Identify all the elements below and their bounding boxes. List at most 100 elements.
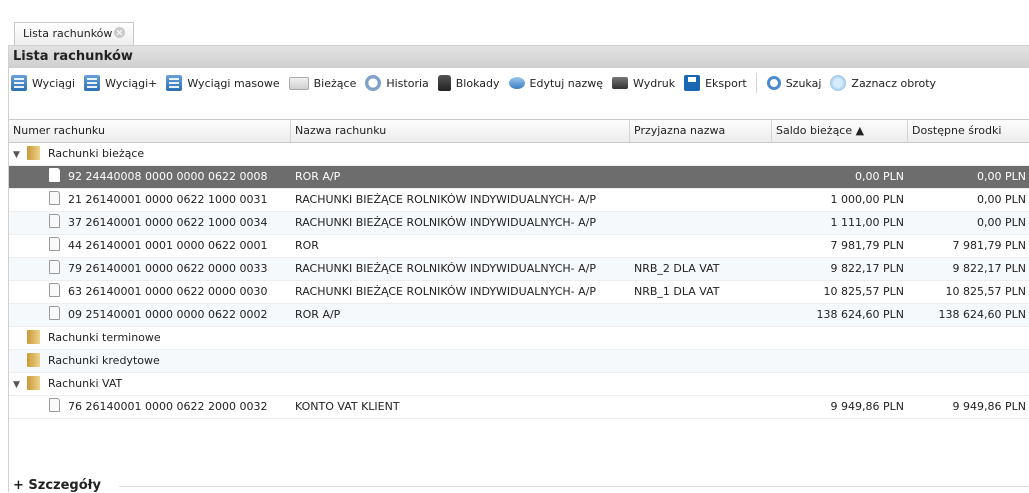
friendly-name (630, 235, 772, 257)
bulk-statement-icon (166, 75, 183, 91)
print-label: Wydruk (633, 76, 676, 90)
export-button[interactable]: Eksport (684, 75, 747, 91)
history-button[interactable]: Historia (365, 75, 429, 91)
friendly-name: NRB_1 DLA VAT (634, 285, 720, 298)
account-name: RACHUNKI BIEŻĄCE ROLNIKÓW INDYWIDUALNYCH… (295, 193, 596, 206)
account-name: ROR (295, 239, 319, 252)
speech-bubble-icon (508, 77, 525, 89)
available-funds: 10 825,57 PLN (945, 285, 1026, 298)
friendly-name (630, 304, 772, 326)
select-turnover-label: Zaznacz obroty (851, 76, 937, 90)
table-row[interactable]: 09 25140001 0000 0000 0622 0002 ROR A/P … (9, 304, 1029, 327)
account-number: 37 26140001 0000 0622 1000 0034 (68, 216, 268, 229)
account-name: RACHUNKI BIEŻĄCE ROLNIKÓW INDYWIDUALNYCH… (295, 262, 596, 275)
search-button[interactable]: Szukaj (766, 76, 822, 90)
available-funds: 9 822,17 PLN (952, 262, 1026, 275)
history-icon (365, 75, 382, 91)
column-header-name[interactable]: Nazwa rachunku (291, 120, 630, 142)
account-name: ROR A/P (295, 308, 341, 321)
expand-arrow-icon[interactable]: ▼ (13, 144, 23, 165)
statement-icon (11, 75, 27, 91)
table-row[interactable]: 21 26140001 0000 0622 1000 0031 RACHUNKI… (9, 189, 1029, 212)
statements-plus-button[interactable]: Wyciągi+ (84, 75, 157, 91)
available-funds: 138 624,60 PLN (938, 308, 1026, 321)
column-header-number[interactable]: Numer rachunku (9, 120, 291, 142)
tab-strip: Lista rachunków (0, 0, 1029, 45)
toolbar: Wyciągi Wyciągi+ Wyciągi masowe Bieżące … (9, 68, 1029, 98)
available-funds: 9 949,86 PLN (952, 400, 1026, 413)
document-icon (49, 283, 60, 297)
current-balance: 1 000,00 PLN (830, 193, 904, 206)
tab-lista-rachunkow[interactable]: Lista rachunków (14, 22, 135, 45)
group-row-vat[interactable]: ▼ Rachunki VAT (9, 373, 1029, 396)
grid-header: Numer rachunku Nazwa rachunku Przyjazna … (9, 119, 1029, 143)
table-row[interactable]: 44 26140001 0001 0000 0622 0001 ROR 7 98… (9, 235, 1029, 258)
printer-icon (612, 77, 629, 89)
account-number: 79 26140001 0000 0622 0000 0033 (68, 262, 268, 275)
blocks-button[interactable]: Blokady (437, 75, 500, 91)
column-header-available[interactable]: Dostępne środki (908, 120, 1029, 142)
current-balance: 10 825,57 PLN (823, 285, 904, 298)
available-funds: 0,00 PLN (977, 193, 1026, 206)
blocks-label: Blokady (455, 76, 500, 90)
account-number: 76 26140001 0000 0622 2000 0032 (68, 400, 268, 413)
document-icon (49, 191, 60, 205)
current-balance: 138 624,60 PLN (816, 308, 904, 321)
export-label: Eksport (705, 76, 747, 90)
available-funds: 7 981,79 PLN (952, 239, 1026, 252)
account-number: 44 26140001 0001 0000 0622 0001 (68, 239, 268, 252)
lock-icon (437, 75, 451, 91)
statements-plus-label: Wyciągi+ (105, 76, 158, 90)
close-icon[interactable] (114, 27, 126, 38)
account-name: RACHUNKI BIEŻĄCE ROLNIKÓW INDYWIDUALNYCH… (295, 285, 596, 298)
column-header-friendly[interactable]: Przyjazna nazwa (630, 120, 772, 142)
document-icon (49, 237, 60, 251)
group-label: Rachunki terminowe (48, 331, 161, 344)
table-row[interactable]: 79 26140001 0000 0622 0000 0033 RACHUNKI… (9, 258, 1029, 281)
table-row[interactable]: 37 26140001 0000 0622 1000 0034 RACHUNKI… (9, 212, 1029, 235)
statements-button[interactable]: Wyciągi (11, 75, 75, 91)
group-row-credit[interactable]: Rachunki kredytowe (9, 350, 1029, 373)
group-label: Rachunki VAT (48, 377, 123, 390)
panel-title: Lista rachunków (9, 46, 1029, 68)
friendly-name (630, 166, 772, 188)
account-number: 92 24440008 0000 0000 0622 0008 (68, 170, 268, 183)
history-label: Historia (386, 76, 429, 90)
folder-icon (27, 353, 40, 367)
group-label: Rachunki kredytowe (48, 354, 160, 367)
current-label: Bieżące (313, 76, 357, 90)
folder-icon (27, 146, 40, 160)
search-label: Szukaj (785, 76, 822, 90)
folder-icon (27, 376, 40, 390)
group-label: Rachunki bieżące (48, 147, 145, 160)
table-row[interactable]: 76 26140001 0000 0622 2000 0032 KONTO VA… (9, 396, 1029, 419)
group-row-term[interactable]: Rachunki terminowe (9, 327, 1029, 350)
current-balance: 9 949,86 PLN (830, 400, 904, 413)
current-balance: 7 981,79 PLN (830, 239, 904, 252)
search-icon (766, 76, 781, 90)
account-name: KONTO VAT KLIENT (295, 400, 400, 413)
column-header-balance[interactable]: Saldo bieżące ▲ (772, 120, 908, 142)
current-button[interactable]: Bieżące (288, 76, 357, 90)
group-row-current[interactable]: ▼ Rachunki bieżące (9, 143, 1029, 166)
toolbar-separator (755, 73, 757, 93)
available-funds: 0,00 PLN (977, 170, 1026, 183)
expand-arrow-icon[interactable]: ▼ (13, 374, 23, 395)
table-row[interactable]: 63 26140001 0000 0622 0000 0030 RACHUNKI… (9, 281, 1029, 304)
current-balance: 9 822,17 PLN (830, 262, 904, 275)
document-icon (49, 168, 60, 182)
money-icon (288, 76, 309, 90)
accounts-panel: Lista rachunków Wyciągi Wyciągi+ Wyciągi… (8, 45, 1029, 493)
select-turnover-button[interactable]: Zaznacz obroty (830, 75, 936, 91)
table-row[interactable]: 92 24440008 0000 0000 0622 0008 ROR A/P … (9, 166, 1029, 189)
account-number: 09 25140001 0000 0000 0622 0002 (68, 308, 268, 321)
document-icon (49, 260, 60, 274)
account-name: RACHUNKI BIEŻĄCE ROLNIKÓW INDYWIDUALNYCH… (295, 216, 596, 229)
bulk-statements-button[interactable]: Wyciągi masowe (166, 75, 280, 91)
friendly-name (630, 212, 772, 234)
account-number: 21 26140001 0000 0622 1000 0031 (68, 193, 268, 206)
edit-name-button[interactable]: Edytuj nazwę (508, 76, 604, 90)
account-number: 63 26140001 0000 0622 0000 0030 (68, 285, 268, 298)
edit-name-label: Edytuj nazwę (529, 76, 604, 90)
print-button[interactable]: Wydruk (612, 77, 675, 90)
